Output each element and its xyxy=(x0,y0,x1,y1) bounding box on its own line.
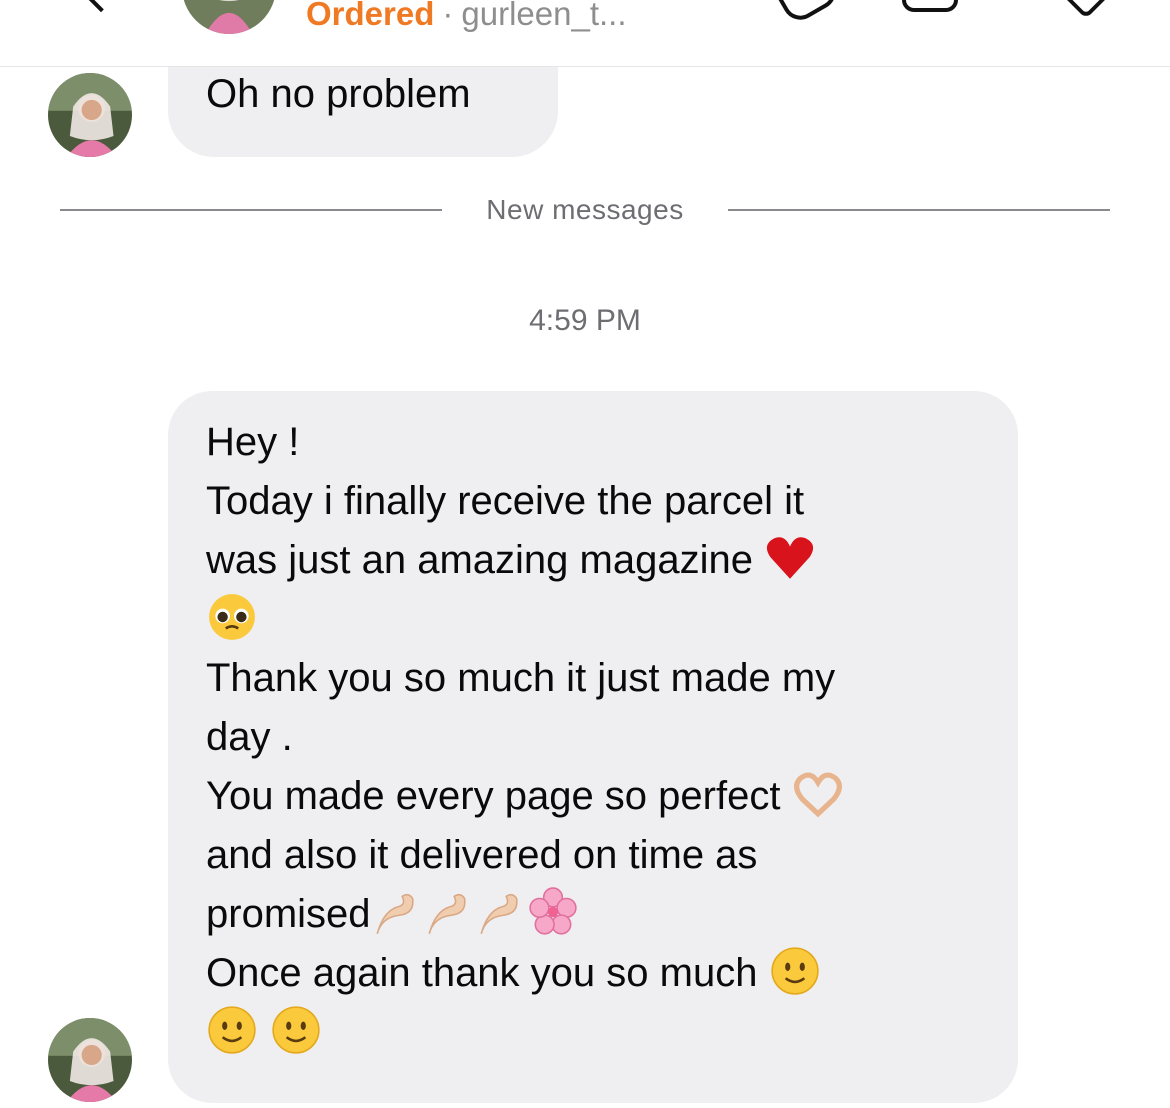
message-line: Once again thank you so much xyxy=(206,944,982,1003)
header-avatar[interactable] xyxy=(182,0,276,34)
message-text: Oh no problem xyxy=(206,72,471,116)
message-line: Thank you so much it just made my xyxy=(206,656,836,700)
pinching-hand-emoji xyxy=(371,886,423,938)
smiling-face-emoji xyxy=(769,945,821,997)
order-status: Ordered xyxy=(306,0,435,32)
message-line: promised xyxy=(206,885,982,944)
message-line-text: promised xyxy=(206,892,371,936)
pinching-hand-emoji xyxy=(423,886,475,938)
message-line-text: You made every page so perfect xyxy=(206,774,792,818)
chat-header: Ordered · gurleen_t... xyxy=(0,0,1170,67)
divider-line-left xyxy=(60,209,442,211)
pleading-face-emoji xyxy=(206,591,258,643)
flag-icon[interactable] xyxy=(1054,0,1118,20)
message-line: You made every page so perfect xyxy=(206,767,982,826)
header-title[interactable]: Ordered · gurleen_t... xyxy=(306,0,627,34)
username: gurleen_t... xyxy=(461,0,627,32)
smiling-face-emoji xyxy=(270,1004,322,1056)
message-line-text: Once again thank you so much xyxy=(206,951,769,995)
message-line xyxy=(206,1003,982,1062)
message-bubble-long[interactable]: Hey ! Today i finally receive the parcel… xyxy=(168,391,1018,1103)
sender-avatar[interactable] xyxy=(48,1018,132,1102)
sender-avatar[interactable] xyxy=(48,73,132,157)
title-separator: · xyxy=(442,0,454,32)
message-line xyxy=(206,590,982,649)
new-messages-divider: New messages xyxy=(60,190,1110,230)
smiling-face-emoji xyxy=(206,1004,258,1056)
message-line: was just an amazing magazine xyxy=(206,531,982,590)
message-line: and also it delivered on time as xyxy=(206,833,758,877)
cherry-blossom-emoji xyxy=(527,886,579,938)
message-line: Hey ! xyxy=(206,420,300,464)
chat-screen: Ordered · gurleen_t... Oh no problem New m… xyxy=(0,0,1170,1108)
heart-emoji xyxy=(764,532,816,584)
message-line: Today i finally receive the parcel it xyxy=(206,479,805,523)
heart-hands-emoji xyxy=(792,768,844,820)
message-line-text: was just an amazing magazine xyxy=(206,538,765,582)
pinching-hand-emoji xyxy=(475,886,527,938)
message-line: day . xyxy=(206,715,293,759)
new-messages-label: New messages xyxy=(486,194,684,225)
video-icon[interactable] xyxy=(902,0,958,12)
message-timestamp: 4:59 PM xyxy=(529,304,641,337)
back-icon[interactable] xyxy=(79,0,123,13)
phone-icon[interactable] xyxy=(765,0,843,27)
divider-line-right xyxy=(728,209,1110,211)
